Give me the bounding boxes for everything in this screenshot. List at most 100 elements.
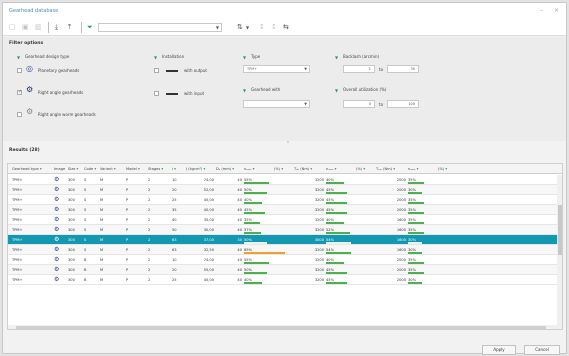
filter-icon[interactable]: ▾ <box>113 167 116 171</box>
collapse-filters-icon[interactable]: ⌃ <box>283 142 293 147</box>
filter-icon[interactable]: ▾ <box>444 167 447 171</box>
table-cell-j: 74,00 <box>203 178 214 182</box>
column-header[interactable]: Code ▾ <box>84 164 98 174</box>
utilization-to-input[interactable]: 100 <box>387 100 419 108</box>
import-icon[interactable]: ⤓ <box>55 23 58 32</box>
column-header-label: nₘₐₓ <box>326 167 334 171</box>
column-header[interactable]: Size ▾ <box>68 164 82 174</box>
horizontal-scrollbar[interactable] <box>8 325 557 329</box>
column-header-label: Image <box>54 167 66 171</box>
table-row[interactable]: TPM+ ⚙ 300 S M P 2 10 74,00 40 55% 3200 40% 2000 35% <box>8 175 562 185</box>
filter-icon[interactable]: ⏷ <box>87 23 93 32</box>
sort-icon[interactable]: ⇅ <box>237 23 243 32</box>
column-header[interactable]: nₘₐₓ ▾ <box>326 164 354 174</box>
horizontal-scroll-thumb[interactable] <box>16 326 546 329</box>
planetary-checkbox[interactable] <box>17 68 22 73</box>
table-row[interactable]: TPM+ ⚙ 300 S M P 2 40 35,00 40 35% 3200 40% 1600 35% <box>8 215 562 225</box>
filter-icon[interactable]: ▾ <box>39 167 42 171</box>
table-cell-j: 74,00 <box>203 258 214 262</box>
gearhead-with-select[interactable]: ▼ <box>243 100 310 108</box>
filter-icon[interactable]: ▾ <box>75 167 79 171</box>
cancel-button[interactable]: Cancel <box>524 345 560 355</box>
sort-asc-icon[interactable]: ↕ <box>259 23 265 32</box>
column-header[interactable]: Model ▾ <box>126 164 146 174</box>
column-header[interactable]: Gearhead type ▾ <box>12 164 52 174</box>
gearhead-icon: ⚙ <box>54 196 60 203</box>
apply-button[interactable]: Apply <box>482 345 516 355</box>
clear-filter-icon[interactable]: ⇆ <box>283 23 289 32</box>
column-header[interactable]: i ▾ <box>172 164 184 174</box>
minimize-button[interactable]: – <box>540 7 543 14</box>
filter-icon[interactable]: ▾ <box>334 167 337 171</box>
copy-icon[interactable]: ▣ <box>22 23 29 32</box>
table-cell-d: 40 <box>237 248 242 252</box>
table-row[interactable]: TPM+ ⚙ 300 B M P 2 20 55,00 40 50% 3200 45% 2000 35% <box>8 265 562 275</box>
utilization-from-input[interactable]: 0 <box>343 100 375 108</box>
table-row[interactable]: TPM+ ⚙ 300 B M P 2 25 45,00 40 40% 3200 45% 2000 30% <box>8 275 562 285</box>
filter-icon[interactable]: ▾ <box>280 167 283 171</box>
selected-table-row[interactable]: TPM+ ⚙ 300 S M P 2 63 37,00 30 50% 3000 54% 1600 30% <box>8 235 562 245</box>
table-cell-type: TPM+ <box>12 238 23 242</box>
table-cell-j: 45,00 <box>203 198 214 202</box>
filter-icon[interactable]: ▾ <box>137 167 140 171</box>
column-header-label: J (kgcm²) <box>186 167 203 171</box>
export-icon[interactable]: ⤒ <box>68 23 71 32</box>
filter-icon[interactable]: ▾ <box>309 167 312 171</box>
table-row[interactable]: TPM+ ⚙ 300 S M P 2 25 45,00 40 40% 3200 45% 2000 35% <box>8 195 562 205</box>
table-cell-j: 37,00 <box>203 238 214 242</box>
table-cell-j: 55,00 <box>203 268 214 272</box>
sort-desc-icon[interactable]: ↕ <box>271 23 277 32</box>
column-header[interactable]: nₘₐₓ ▾ <box>408 164 436 174</box>
table-row[interactable]: TPM+ ⚙ 300 S M P 2 20 52,00 40 50% 3200 45% 2000 30% <box>8 185 562 195</box>
right-angle-checkbox[interactable] <box>17 89 22 95</box>
utilization-label: Overall utilization (%) <box>343 87 387 92</box>
column-header-label: nₘₐₓ <box>408 167 416 171</box>
column-header[interactable]: J (kgcm²) ▾ <box>186 164 214 174</box>
column-header[interactable]: Variant ▾ <box>100 164 124 174</box>
table-cell-i: 50 <box>172 228 177 232</box>
column-header[interactable]: Image ▾ <box>54 164 66 174</box>
backlash-to-input[interactable]: 30 <box>387 65 419 73</box>
table-cell-size: 300 <box>68 248 75 252</box>
filter-icon[interactable]: ▾ <box>93 167 96 171</box>
column-header[interactable]: Tₑₘ (Nm) ▾ <box>376 164 406 174</box>
column-header[interactable]: (%) ▾ <box>274 164 292 174</box>
input-shaft-icon <box>166 93 178 95</box>
table-cell-t2: 2000 <box>396 268 406 272</box>
output-checkbox[interactable] <box>154 68 159 73</box>
column-header[interactable]: (%) ▾ <box>356 164 374 174</box>
table-row[interactable]: TPM+ ⚙ 300 S M P 2 50 30,00 40 37% 3200 52% 1600 35% <box>8 225 562 235</box>
backlash-from-input[interactable]: 1 <box>343 65 375 73</box>
new-icon[interactable]: □ <box>9 23 16 32</box>
chevron-down-icon[interactable]: ▼ <box>246 23 249 32</box>
column-header[interactable]: (%) ▾ <box>438 164 456 174</box>
delete-icon[interactable]: ▥ <box>35 23 42 32</box>
filter-icon[interactable]: ▾ <box>173 167 176 171</box>
table-cell-size: 300 <box>68 178 75 182</box>
table-cell-i: 35 <box>172 208 177 212</box>
close-button[interactable]: × <box>554 7 559 14</box>
type-select[interactable]: TPM+ ▼ <box>243 65 310 73</box>
utilization-bar <box>326 252 351 254</box>
input-checkbox[interactable] <box>154 91 159 96</box>
filter-preset-dropdown[interactable]: ▼ <box>98 23 222 32</box>
filter-icon[interactable]: ▾ <box>416 167 419 171</box>
filter-icon[interactable]: ▾ <box>65 167 66 171</box>
filter-icon[interactable]: ▾ <box>231 167 234 171</box>
table-row[interactable]: TPM+ ⚙ 300 S M P 2 35 40,00 40 45% 3200 45% 2000 35% <box>8 205 562 215</box>
vertical-scroll-thumb[interactable] <box>558 205 562 255</box>
table-cell-size: 300 <box>68 208 75 212</box>
vertical-scrollbar[interactable] <box>557 175 562 329</box>
table-row[interactable]: TPM+ ⚙ 300 B M P 2 10 74,00 40 55% 3200 40% 2000 35% <box>8 255 562 265</box>
filter-icon[interactable]: ▾ <box>160 167 163 171</box>
filter-icon[interactable]: ▾ <box>362 167 365 171</box>
worm-checkbox[interactable] <box>17 112 22 117</box>
column-header[interactable]: Tₐₖ (Nm) ▾ <box>294 164 324 174</box>
column-header[interactable]: Stages ▾ <box>148 164 170 174</box>
filter-icon[interactable]: ▾ <box>202 167 205 171</box>
filter-icon[interactable]: ▾ <box>252 167 255 171</box>
column-header[interactable]: Dₐ (mm) ▾ <box>216 164 242 174</box>
column-header[interactable]: nₘₐₓ ▾ <box>244 164 272 174</box>
table-row[interactable]: TPM+ ⚙ 300 S M P 2 63 32,50 40 89% 3200 54% 1600 30% <box>8 245 562 255</box>
filter-icon[interactable]: ▾ <box>392 167 395 171</box>
